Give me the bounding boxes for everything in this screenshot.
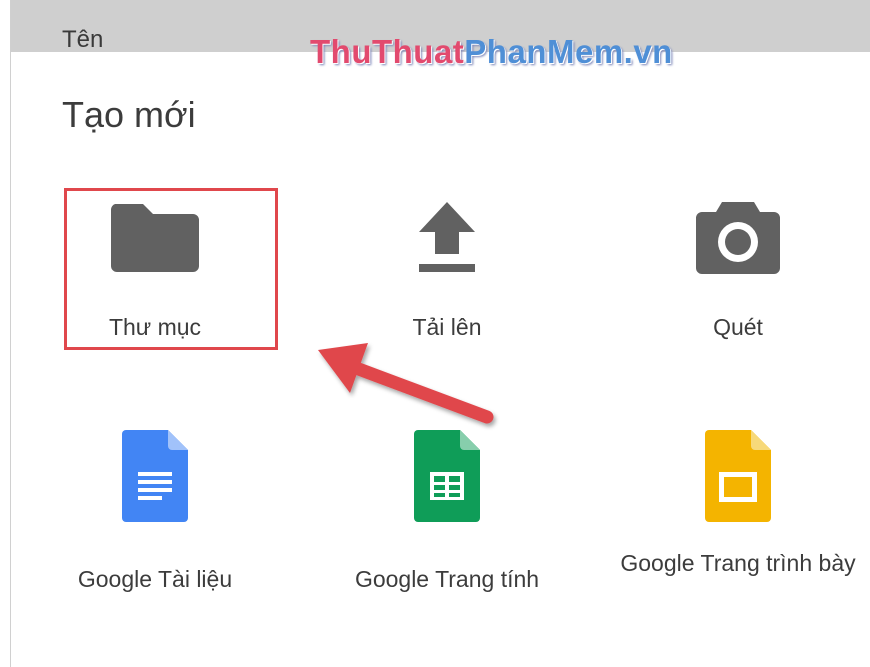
highlight-box	[64, 188, 278, 350]
sheet-title: Tạo mới	[62, 94, 196, 135]
google-sheets-label: Google Trang tính	[354, 566, 540, 592]
background-name-label: Tên	[62, 26, 104, 53]
google-slides-button[interactable]: Google Trang trình bày	[620, 428, 856, 608]
screen: Tên ThuThuatPhanMem.vn Tạo mới Thư mục T…	[0, 0, 870, 667]
watermark-text-red: ThuThuat	[310, 33, 465, 70]
upload-icon	[419, 202, 475, 272]
camera-icon	[696, 202, 780, 274]
google-docs-icon	[122, 430, 188, 522]
google-sheets-icon	[414, 430, 480, 522]
upload-label: Tải lên	[412, 314, 482, 340]
scan-button[interactable]: Quét	[633, 190, 843, 350]
google-docs-label: Google Tài liệu	[77, 566, 233, 592]
google-sheets-button[interactable]: Google Trang tính	[342, 428, 552, 608]
google-docs-button[interactable]: Google Tài liệu	[50, 428, 260, 608]
scan-label: Quét	[713, 314, 763, 340]
screen-edge	[0, 0, 11, 667]
google-slides-icon	[705, 430, 771, 522]
google-slides-label: Google Trang trình bày	[620, 550, 856, 576]
upload-button[interactable]: Tải lên	[342, 190, 552, 350]
watermark: ThuThuatPhanMem.vn	[310, 34, 673, 70]
watermark-text-blue: PhanMem.vn	[464, 33, 673, 70]
